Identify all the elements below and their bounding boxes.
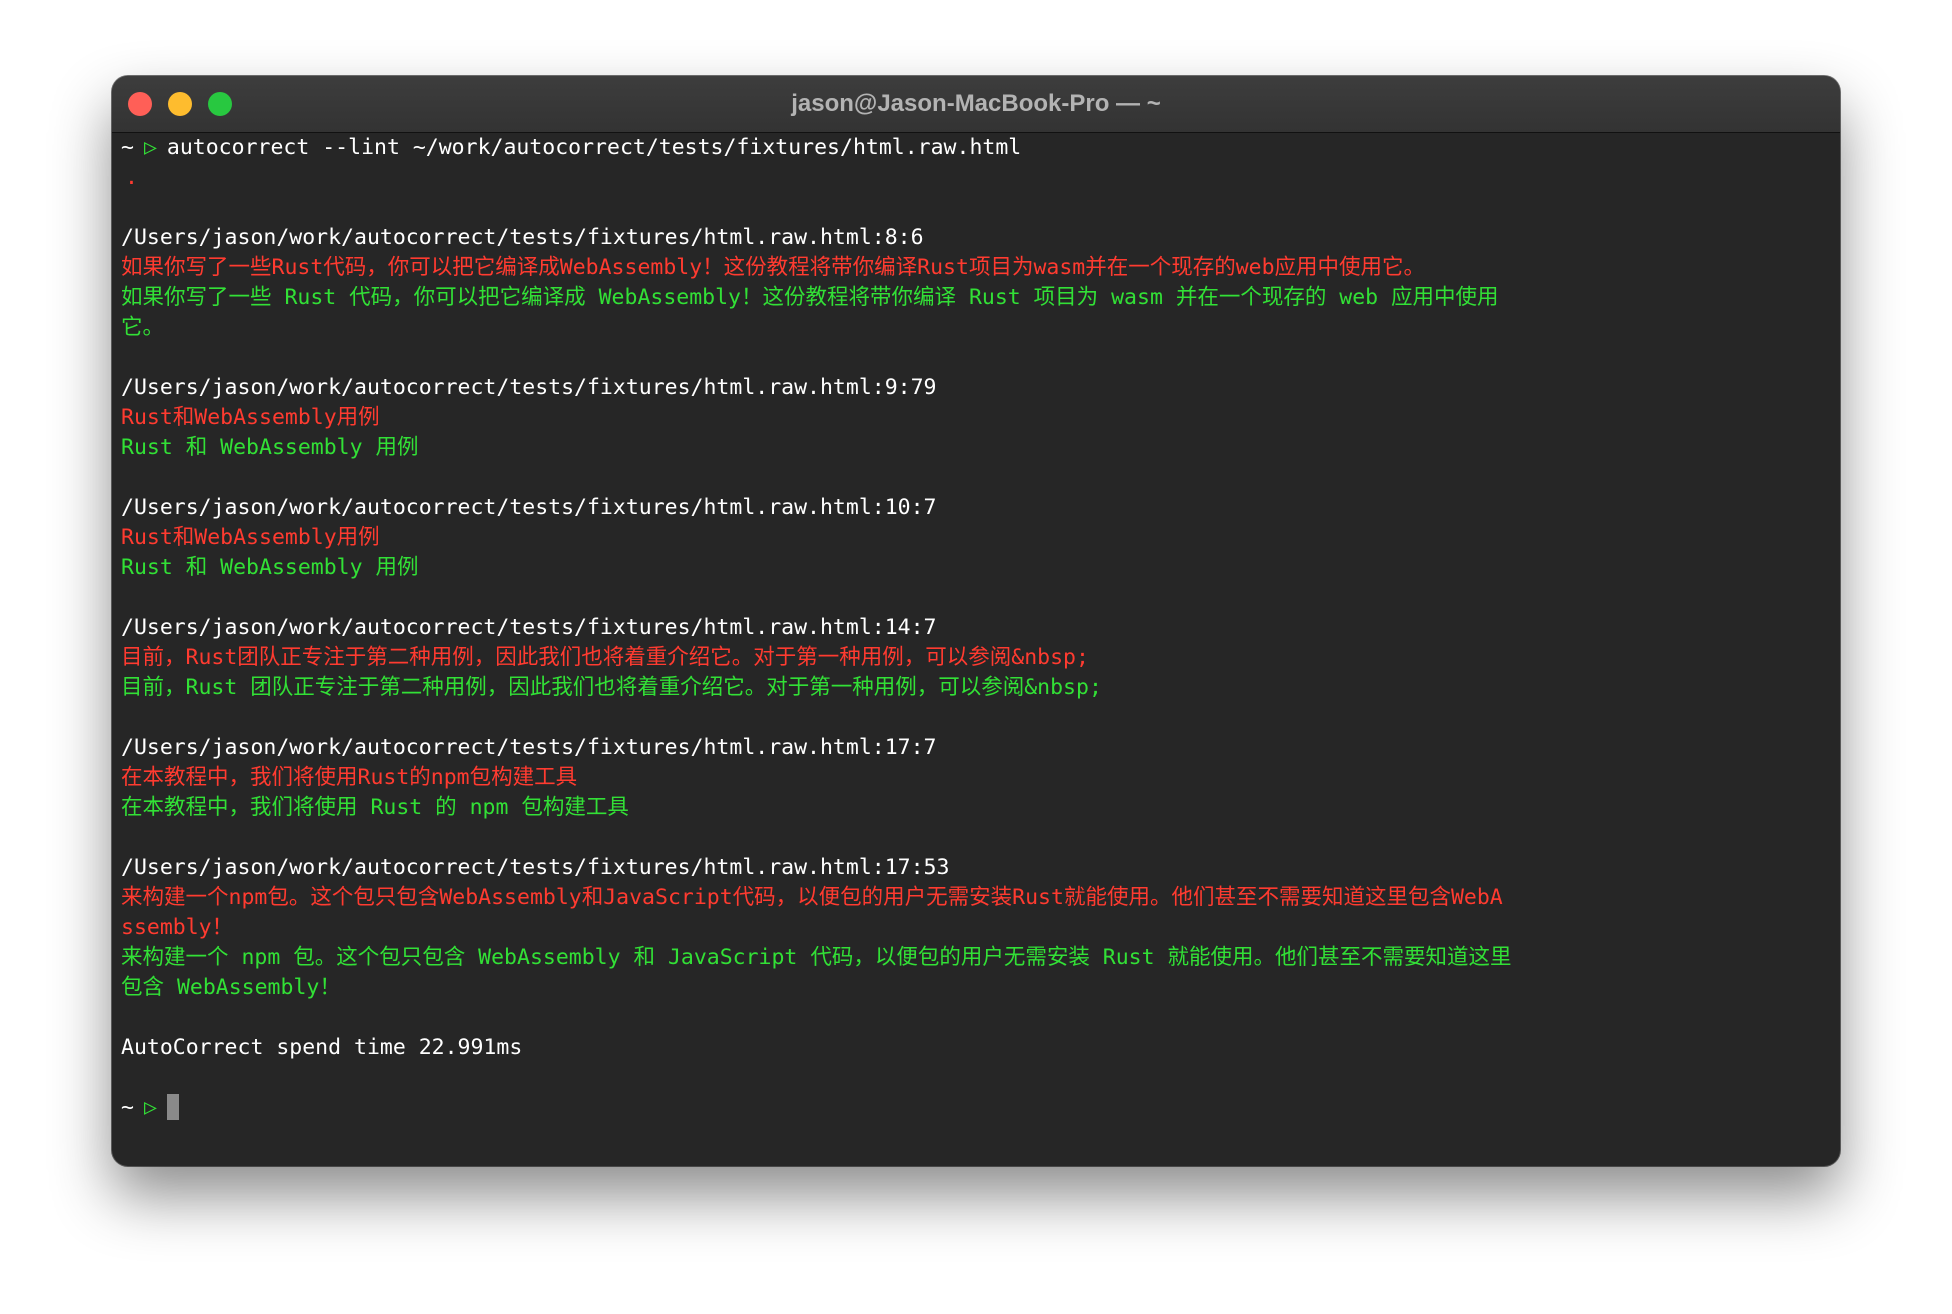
file-location: /Users/jason/work/autocorrect/tests/fixt… xyxy=(121,375,937,400)
lint-result-block: /Users/jason/work/autocorrect/tests/fixt… xyxy=(121,853,1831,1003)
lint-result-block: /Users/jason/work/autocorrect/tests/fixt… xyxy=(121,223,1831,373)
text-cursor xyxy=(166,1094,179,1120)
original-text-line: 目前，Rust团队正专注于第二种用例，因此我们也将着重介绍它。对于第一种用例，可… xyxy=(121,645,1089,670)
file-location: /Users/jason/work/autocorrect/tests/fixt… xyxy=(121,615,937,640)
corrected-text-line: 它。 xyxy=(121,315,165,340)
original-text-line: 来构建一个npm包。这个包只包含WebAssembly和JavaScript代码… xyxy=(121,885,1503,910)
corrected-text-line: 来构建一个 npm 包。这个包只包含 WebAssembly 和 JavaScr… xyxy=(121,945,1512,970)
terminal-window: jason@Jason-MacBook-Pro — ~ ~ ▷ autocorrec… xyxy=(112,76,1840,1166)
active-prompt-line[interactable]: ~ ▷ xyxy=(121,1093,1831,1123)
prompt-arrow-icon: ▷ xyxy=(143,135,157,160)
progress-line: . xyxy=(121,163,1831,193)
corrected-text-line: 目前，Rust 团队正专注于第二种用例，因此我们也将着重介绍它。对于第一种用例，… xyxy=(121,675,1102,700)
file-location: /Users/jason/work/autocorrect/tests/fixt… xyxy=(121,855,950,880)
command-line: ~ ▷ autocorrect --lint ~/work/autocorrect/… xyxy=(121,133,1831,163)
file-location: /Users/jason/work/autocorrect/tests/fixt… xyxy=(121,735,937,760)
window-title: jason@Jason-MacBook-Pro — ~ xyxy=(791,90,1161,117)
lint-result-block: /Users/jason/work/autocorrect/tests/fixt… xyxy=(121,733,1831,853)
original-text-line: 如果你写了一些Rust代码，你可以把它编译成WebAssembly！这份教程将带… xyxy=(121,255,1426,280)
original-text-line: Rust和WebAssembly用例 xyxy=(121,525,380,550)
progress-dot: . xyxy=(125,165,138,190)
corrected-text-line: Rust 和 WebAssembly 用例 xyxy=(121,555,419,580)
summary-line: AutoCorrect spend time 22.991ms xyxy=(121,1035,523,1060)
lint-result-block: /Users/jason/work/autocorrect/tests/fixt… xyxy=(121,373,1831,493)
file-location: /Users/jason/work/autocorrect/tests/fixt… xyxy=(121,495,937,520)
original-text-line: ssembly！ xyxy=(121,915,234,940)
corrected-text-line: 在本教程中，我们将使用 Rust 的 npm 包构建工具 xyxy=(121,795,629,820)
original-text-line: Rust和WebAssembly用例 xyxy=(121,405,380,430)
command-text: autocorrect --lint ~/work/autocorrect/te… xyxy=(166,135,1022,160)
corrected-text-line: 如果你写了一些 Rust 代码，你可以把它编译成 WebAssembly！这份教… xyxy=(121,285,1499,310)
lint-result-block: /Users/jason/work/autocorrect/tests/fixt… xyxy=(121,613,1831,733)
prompt-tilde: ~ xyxy=(121,1095,134,1120)
lint-results: /Users/jason/work/autocorrect/tests/fixt… xyxy=(121,223,1831,1003)
corrected-text-line: Rust 和 WebAssembly 用例 xyxy=(121,435,419,460)
corrected-text-line: 包含 WebAssembly！ xyxy=(121,975,341,1000)
original-text-line: 在本教程中，我们将使用Rust的npm包构建工具 xyxy=(121,765,578,790)
terminal-output[interactable]: ~ ▷ autocorrect --lint ~/work/autocorrect/… xyxy=(121,133,1831,1166)
prompt-tilde: ~ xyxy=(121,135,134,160)
title-bar[interactable]: jason@Jason-MacBook-Pro — ~ xyxy=(112,76,1840,133)
prompt-arrow-icon: ▷ xyxy=(143,1095,157,1120)
file-location: /Users/jason/work/autocorrect/tests/fixt… xyxy=(121,225,924,250)
lint-result-block: /Users/jason/work/autocorrect/tests/fixt… xyxy=(121,493,1831,613)
